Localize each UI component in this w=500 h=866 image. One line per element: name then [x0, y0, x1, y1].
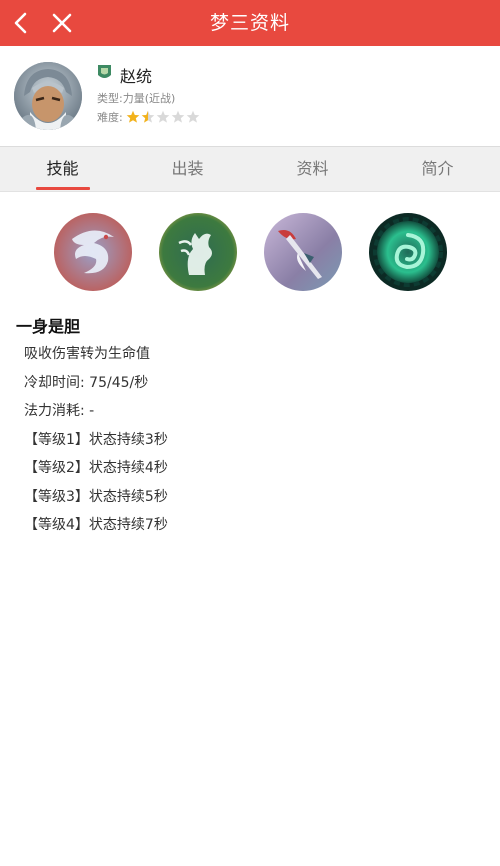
tab-equipment[interactable]: 出装 [125, 147, 250, 191]
hero-difficulty: 难度: [97, 109, 201, 125]
tab-info[interactable]: 资料 [250, 147, 375, 191]
skill-line: 吸收伤害转为生命值 [24, 346, 150, 362]
horse-skill-icon[interactable] [159, 213, 237, 291]
hero-type-value: 力量(近战) [122, 92, 176, 105]
difficulty-stars [126, 110, 201, 124]
skill-title: 一身是胆 [16, 317, 81, 336]
hero-avatar [14, 62, 82, 130]
tab-skills[interactable]: 技能 [0, 147, 125, 191]
top-bar: 梦三资料 [0, 0, 500, 46]
skill-line: 【等级3】状态持续5秒 [24, 488, 168, 505]
hero-name: 赵统 [120, 67, 153, 86]
skill-line: 【等级1】状态持续3秒 [24, 431, 168, 448]
vortex-skill-icon[interactable] [369, 213, 447, 291]
skill-line: 法力消耗: - [24, 403, 95, 419]
spear-skill-icon[interactable] [264, 213, 342, 291]
star-icon [141, 110, 155, 123]
star-icon [126, 110, 140, 123]
dragon-skill-icon[interactable] [54, 213, 132, 291]
difficulty-label: 难度: [97, 111, 123, 124]
skill-line: 【等级2】状态持续4秒 [24, 460, 168, 476]
tab-bar: 技能 出装 资料 简介 [0, 146, 500, 192]
star-icon [156, 110, 170, 123]
hero-card: 赵统 类型:力量(近战) 难度: [0, 46, 500, 146]
star-icon [171, 110, 185, 123]
skill-description: 吸收伤害转为生命值 冷却时间: 75/45/秒 法力消耗: - 【等级1】状态持… [24, 344, 168, 544]
page-title: 梦三资料 [209, 12, 290, 34]
skill-line: 冷却时间: 75/45/秒 [24, 374, 149, 391]
skill-icons [0, 210, 500, 292]
faction-icon [98, 65, 111, 78]
skill-line: 【等级4】状态持续7秒 [24, 517, 168, 533]
star-icon [186, 110, 200, 123]
hero-type-label: 类型: [97, 92, 123, 105]
hero-type: 类型:力量(近战) [97, 90, 175, 106]
tab-intro[interactable]: 简介 [375, 147, 500, 191]
